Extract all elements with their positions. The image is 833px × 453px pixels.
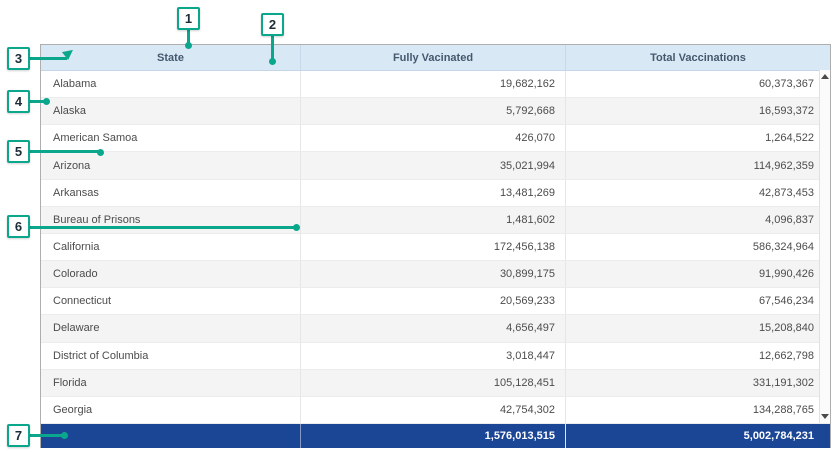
summary-row: 1,576,013,515 5,002,784,231 [41, 424, 830, 448]
table-row[interactable]: Florida 105,128,451 331,191,302 [41, 370, 830, 397]
annotated-table-screenshot: State Fully Vacinated Total Vaccinations… [0, 0, 833, 453]
summary-total-vaccinations: 5,002,784,231 [565, 424, 830, 448]
fully-vaccinated-cell[interactable]: 426,070 [300, 125, 565, 151]
state-cell[interactable]: Arkansas [41, 180, 300, 206]
callout-7-badge: 7 [7, 424, 30, 447]
total-vaccinations-cell[interactable]: 15,208,840 [565, 315, 830, 341]
table-row[interactable]: California 172,456,138 586,324,964 [41, 234, 830, 261]
total-vaccinations-cell[interactable]: 16,593,372 [565, 98, 830, 124]
callout-3-badge: 3 [7, 47, 30, 70]
callout-6-line [29, 226, 295, 229]
state-cell[interactable]: American Samoa [41, 125, 300, 151]
table-header: State Fully Vacinated Total Vaccinations [41, 45, 830, 71]
column-header-fully-vaccinated[interactable]: Fully Vacinated [300, 45, 565, 70]
fully-vaccinated-cell[interactable]: 30,899,175 [300, 261, 565, 287]
total-vaccinations-cell[interactable]: 1,264,522 [565, 125, 830, 151]
table-row[interactable]: Arkansas 13,481,269 42,873,453 [41, 180, 830, 207]
state-cell[interactable]: Bureau of Prisons [41, 207, 300, 233]
callout-2-line [271, 36, 274, 60]
total-vaccinations-cell[interactable]: 91,990,426 [565, 261, 830, 287]
table-row[interactable]: Alabama 19,682,162 60,373,367 [41, 71, 830, 98]
fully-vaccinated-cell[interactable]: 1,481,602 [300, 207, 565, 233]
callout-4-badge: 4 [7, 90, 30, 113]
column-header-total-vaccinations[interactable]: Total Vaccinations [565, 45, 830, 70]
callout-1-dot [185, 42, 192, 49]
fully-vaccinated-cell[interactable]: 105,128,451 [300, 370, 565, 396]
fully-vaccinated-cell[interactable]: 42,754,302 [300, 397, 565, 423]
state-cell[interactable]: Connecticut [41, 288, 300, 314]
state-cell[interactable]: Florida [41, 370, 300, 396]
state-cell[interactable]: Alabama [41, 71, 300, 97]
table-row[interactable]: Colorado 30,899,175 91,990,426 [41, 261, 830, 288]
table-row[interactable]: Delaware 4,656,497 15,208,840 [41, 315, 830, 342]
total-vaccinations-cell[interactable]: 67,546,234 [565, 288, 830, 314]
callout-3-line [29, 57, 67, 60]
state-cell[interactable]: District of Columbia [41, 343, 300, 369]
fully-vaccinated-cell[interactable]: 13,481,269 [300, 180, 565, 206]
table-row[interactable]: Connecticut 20,569,233 67,546,234 [41, 288, 830, 315]
fully-vaccinated-cell[interactable]: 3,018,447 [300, 343, 565, 369]
callout-5-line [29, 150, 99, 153]
callout-7-line [29, 434, 63, 437]
scroll-down-icon[interactable] [821, 414, 829, 419]
state-cell[interactable]: Delaware [41, 315, 300, 341]
fully-vaccinated-cell[interactable]: 35,021,994 [300, 152, 565, 178]
fully-vaccinated-cell[interactable]: 172,456,138 [300, 234, 565, 260]
state-cell[interactable]: Arizona [41, 152, 300, 178]
fully-vaccinated-cell[interactable]: 20,569,233 [300, 288, 565, 314]
table-row[interactable]: Alaska 5,792,668 16,593,372 [41, 98, 830, 125]
table-body: Alabama 19,682,162 60,373,367 Alaska 5,7… [41, 71, 830, 424]
total-vaccinations-cell[interactable]: 4,096,837 [565, 207, 830, 233]
callout-1-badge: 1 [177, 7, 200, 30]
table-row[interactable]: District of Columbia 3,018,447 12,662,79… [41, 343, 830, 370]
callout-4-dot [43, 98, 50, 105]
callout-6-badge: 6 [7, 215, 30, 238]
total-vaccinations-cell[interactable]: 12,662,798 [565, 343, 830, 369]
total-vaccinations-cell[interactable]: 331,191,302 [565, 370, 830, 396]
table-row[interactable]: Bureau of Prisons 1,481,602 4,096,837 [41, 207, 830, 234]
callout-5-dot [97, 149, 104, 156]
callout-2-badge: 2 [261, 13, 284, 36]
callout-7-dot [61, 432, 68, 439]
total-vaccinations-cell[interactable]: 42,873,453 [565, 180, 830, 206]
summary-fully-vaccinated: 1,576,013,515 [300, 424, 565, 448]
fully-vaccinated-cell[interactable]: 4,656,497 [300, 315, 565, 341]
attribute-table: State Fully Vacinated Total Vaccinations… [40, 44, 831, 448]
vertical-scrollbar[interactable] [819, 70, 830, 423]
state-cell[interactable]: California [41, 234, 300, 260]
scroll-up-icon[interactable] [821, 74, 829, 79]
callout-2-dot [269, 58, 276, 65]
fully-vaccinated-cell[interactable]: 5,792,668 [300, 98, 565, 124]
fully-vaccinated-cell[interactable]: 19,682,162 [300, 71, 565, 97]
state-cell[interactable]: Alaska [41, 98, 300, 124]
callout-6-dot [293, 224, 300, 231]
total-vaccinations-cell[interactable]: 586,324,964 [565, 234, 830, 260]
total-vaccinations-cell[interactable]: 134,288,765 [565, 397, 830, 423]
table-row[interactable]: Georgia 42,754,302 134,288,765 [41, 397, 830, 424]
total-vaccinations-cell[interactable]: 114,962,359 [565, 152, 830, 178]
table-row[interactable]: American Samoa 426,070 1,264,522 [41, 125, 830, 152]
total-vaccinations-cell[interactable]: 60,373,367 [565, 71, 830, 97]
table-row[interactable]: Arizona 35,021,994 114,962,359 [41, 152, 830, 179]
column-header-state[interactable]: State [41, 45, 300, 70]
state-cell[interactable]: Georgia [41, 397, 300, 423]
callout-5-badge: 5 [7, 140, 30, 163]
summary-state-cell [41, 424, 300, 448]
state-cell[interactable]: Colorado [41, 261, 300, 287]
